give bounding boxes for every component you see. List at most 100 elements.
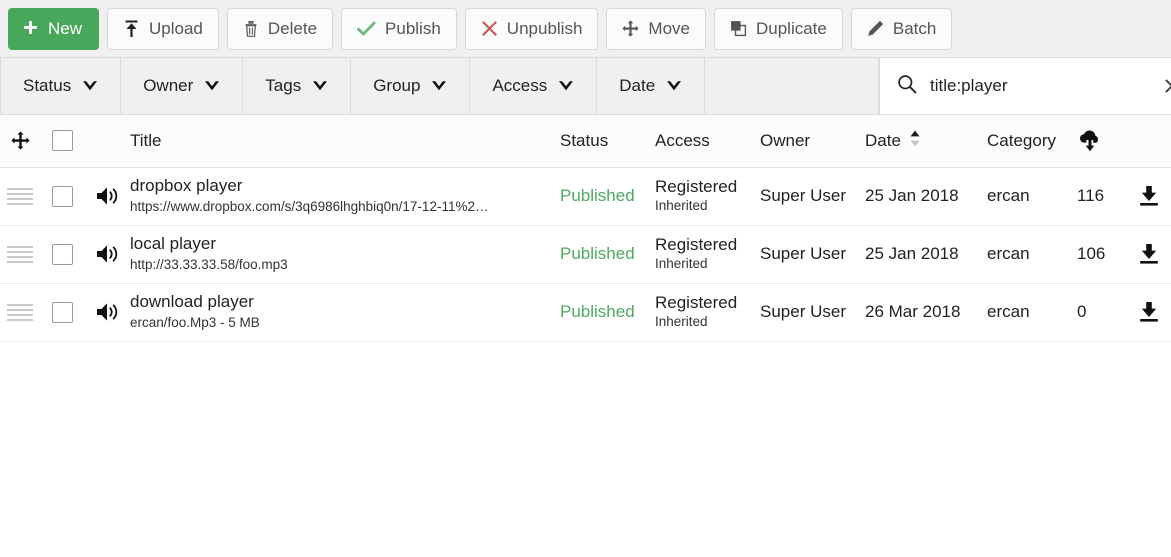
row-title[interactable]: download player [130, 292, 550, 312]
row-category-cell: ercan [987, 225, 1077, 284]
drag-handle-icon[interactable] [7, 245, 33, 263]
sort-arrows-icon[interactable] [909, 129, 921, 153]
filter-group[interactable]: Group [351, 58, 471, 114]
table-head: Title Status Access Owner Date Category [0, 115, 1171, 168]
row-download-action-cell[interactable] [1127, 283, 1171, 342]
row-title[interactable]: local player [130, 234, 550, 254]
publish-button[interactable]: Publish [341, 7, 457, 50]
main-toolbar: New Upload Delete Publish Unpublish Move… [0, 0, 1171, 58]
row-status-cell: Published [560, 225, 655, 284]
header-title[interactable]: Title [130, 115, 560, 168]
owner-value: Super User [760, 302, 846, 321]
row-download-action-cell[interactable] [1127, 225, 1171, 284]
access-value: Registered [655, 176, 738, 196]
filter-access[interactable]: Access [470, 58, 598, 114]
row-title-cell[interactable]: download player ercan/foo.Mp3 - 5 MB [130, 283, 560, 342]
row-downloads-cell: 106 [1077, 225, 1127, 284]
status-badge: Published [560, 302, 635, 321]
row-title-cell[interactable]: dropbox player https://www.dropbox.com/s… [130, 167, 560, 226]
row-access-cell: Registered Inherited [655, 225, 760, 284]
audio-icon [85, 243, 130, 265]
delete-button-label: Delete [267, 18, 318, 38]
pencil-icon [867, 20, 884, 37]
select-all-checkbox[interactable] [52, 130, 73, 152]
check-icon [357, 21, 376, 37]
search-icon [897, 74, 917, 99]
chevron-down-icon [204, 76, 220, 96]
date-value: 25 Jan 2018 [865, 244, 959, 263]
row-select-cell[interactable] [40, 283, 85, 342]
row-category-cell: ercan [987, 167, 1077, 226]
unpublish-button[interactable]: Unpublish [464, 7, 599, 50]
row-checkbox[interactable] [52, 185, 73, 207]
download-icon[interactable] [1127, 242, 1171, 266]
header-category[interactable]: Category [987, 115, 1077, 168]
header-status[interactable]: Status [560, 115, 655, 168]
row-select-cell[interactable] [40, 167, 85, 226]
header-downloads[interactable] [1077, 115, 1171, 168]
filter-status[interactable]: Status [0, 58, 122, 114]
header-owner[interactable]: Owner [760, 115, 865, 168]
table-row[interactable]: local player http://33.33.33.58/foo.mp3 … [0, 225, 1171, 284]
table-row[interactable]: download player ercan/foo.Mp3 - 5 MB Pub… [0, 283, 1171, 342]
row-access-cell: Registered Inherited [655, 283, 760, 342]
row-subtitle: http://33.33.33.58/foo.mp3 [130, 256, 288, 272]
cloud-download-icon [1077, 128, 1171, 154]
row-drag-handle-cell[interactable] [0, 283, 40, 342]
search-input[interactable] [930, 76, 1151, 96]
access-inherited-label: Inherited [655, 256, 708, 272]
upload-button-label: Upload [149, 18, 203, 38]
upload-button[interactable]: Upload [107, 7, 219, 50]
audio-icon [85, 301, 130, 323]
download-icon[interactable] [1127, 184, 1171, 208]
new-button[interactable]: New [8, 7, 100, 50]
filter-tags[interactable]: Tags [243, 58, 352, 114]
chevron-down-icon [82, 76, 98, 96]
table-row[interactable]: dropbox player https://www.dropbox.com/s… [0, 167, 1171, 226]
filter-date[interactable]: Date [597, 58, 706, 114]
row-owner-cell: Super User [760, 283, 865, 342]
row-checkbox[interactable] [52, 243, 73, 265]
owner-value: Super User [760, 186, 846, 205]
row-select-cell[interactable] [40, 225, 85, 284]
filter-access-label: Access [492, 76, 548, 95]
header-access[interactable]: Access [655, 115, 760, 168]
drag-handle-icon[interactable] [7, 303, 33, 321]
header-select-all[interactable] [40, 115, 85, 168]
row-subtitle: ercan/foo.Mp3 - 5 MB [130, 314, 260, 330]
media-table: Title Status Access Owner Date Category … [0, 115, 1171, 342]
row-title-cell[interactable]: local player http://33.33.33.58/foo.mp3 [130, 225, 560, 284]
header-reorder[interactable] [0, 115, 40, 168]
duplicate-button[interactable]: Duplicate [713, 7, 843, 50]
header-title-label: Title [130, 130, 162, 150]
filter-owner-label: Owner [143, 76, 194, 95]
move-button[interactable]: Move [606, 7, 706, 50]
drag-handle-icon[interactable] [7, 187, 33, 205]
date-value: 25 Jan 2018 [865, 186, 959, 205]
download-count: 116 [1077, 186, 1105, 205]
row-checkbox[interactable] [52, 301, 73, 323]
batch-button[interactable]: Batch [850, 7, 953, 50]
category-value: ercan [987, 302, 1030, 321]
header-date[interactable]: Date [865, 115, 987, 168]
row-type-cell [85, 225, 130, 284]
row-drag-handle-cell[interactable] [0, 167, 40, 226]
table-header-row: Title Status Access Owner Date Category [0, 115, 1171, 168]
row-date-cell: 25 Jan 2018 [865, 167, 987, 226]
move-icon [0, 131, 40, 150]
row-title[interactable]: dropbox player [130, 176, 550, 196]
row-download-action-cell[interactable] [1127, 167, 1171, 226]
chevron-down-icon [312, 76, 328, 96]
row-drag-handle-cell[interactable] [0, 225, 40, 284]
header-category-label: Category [987, 130, 1056, 150]
duplicate-button-label: Duplicate [755, 18, 827, 38]
header-date-label: Date [865, 130, 901, 150]
download-icon[interactable] [1127, 300, 1171, 324]
filter-owner[interactable]: Owner [121, 58, 244, 114]
delete-button[interactable]: Delete [226, 7, 334, 50]
row-date-cell: 25 Jan 2018 [865, 225, 987, 284]
close-icon[interactable] [1164, 78, 1171, 94]
plus-icon [22, 20, 39, 37]
row-status-cell: Published [560, 283, 655, 342]
batch-button-label: Batch [892, 18, 937, 38]
